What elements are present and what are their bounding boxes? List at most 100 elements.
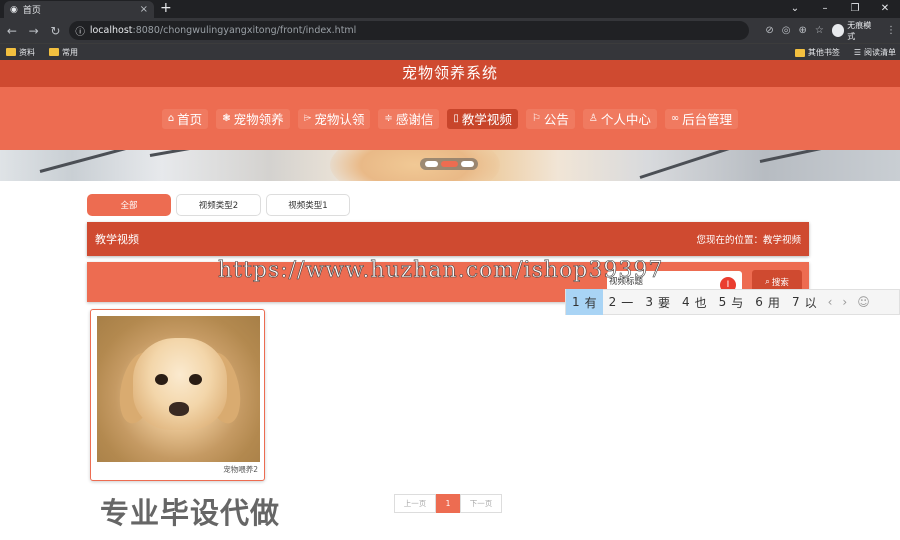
prev-page-button[interactable]: 上一页 <box>394 494 436 513</box>
nav-item-label: 宠物领养 <box>233 112 284 127</box>
ime-candidate[interactable]: 7以 <box>786 289 823 315</box>
info-icon[interactable]: ⓘ <box>75 24 85 38</box>
bookmarks-bar: 资料 常用 其他书签 ☰ 阅读清单 <box>0 43 900 60</box>
user-icon: ♙ <box>588 113 598 124</box>
carousel-dot[interactable] <box>424 161 438 167</box>
nav-item-7[interactable]: ∞ 后台管理 <box>664 108 739 129</box>
new-tab-button[interactable]: + <box>160 1 172 16</box>
banner-carousel <box>0 150 900 181</box>
folder-icon <box>49 48 59 56</box>
reading-list[interactable]: ☰ 阅读清单 <box>854 47 896 58</box>
tag-icon: ⌲ <box>303 113 312 124</box>
nav-item-2[interactable]: ⌲ 宠物认领 <box>297 108 371 129</box>
minimize-button[interactable]: – <box>810 0 840 18</box>
nav-item-label: 个人中心 <box>600 112 651 127</box>
candidate-index: 1 <box>572 295 580 309</box>
nav-item-0[interactable]: ⌂ 首页 <box>161 108 209 129</box>
browser-toolbar: ← → ↻ ⓘ localhost:8080/chongwulingyangxi… <box>0 18 900 43</box>
current-location: 您现在的位置：教学视频 <box>696 235 801 246</box>
candidate-char: 要 <box>657 295 670 310</box>
browser-tab[interactable]: ◉ 首页 × <box>4 1 154 18</box>
candidate-index: 5 <box>718 295 727 309</box>
nav-item-3[interactable]: ≑ 感谢信 <box>378 108 440 129</box>
category-filter: 全部 视频类型2 视频类型1 <box>87 194 350 216</box>
section-title: 教学视频 <box>95 233 139 246</box>
category-all[interactable]: 全部 <box>87 194 171 216</box>
back-icon[interactable]: ← <box>4 24 20 38</box>
other-bookmarks[interactable]: 其他书签 <box>794 47 840 58</box>
ime-candidate[interactable]: 2一 <box>603 289 640 315</box>
chevron-right-icon[interactable]: › <box>837 295 852 309</box>
puppy-thumbnail <box>97 316 260 462</box>
candidate-index: 4 <box>681 295 690 309</box>
tab-title: 首页 <box>22 6 41 16</box>
url-host: localhost <box>89 25 133 36</box>
candidate-index: 2 <box>608 295 617 309</box>
nav-item-6[interactable]: ♙ 个人中心 <box>582 108 657 129</box>
nav-item-5[interactable]: ⚐ 公告 <box>525 108 575 129</box>
gear-icon: ❃ <box>222 113 231 124</box>
ime-candidate[interactable]: 3要 <box>639 289 676 315</box>
promo-text: 专业毕设代做 <box>100 496 281 530</box>
chevron-left-icon[interactable]: ‹ <box>823 295 838 309</box>
ime-candidate[interactable]: 1有 <box>566 289 603 315</box>
site-title: 宠物领养系统 <box>0 60 900 87</box>
video-card[interactable]: 宠物喂养2 <box>90 309 265 481</box>
candidate-char: 有 <box>584 295 597 310</box>
emoji-icon[interactable]: ☺ <box>852 295 875 309</box>
incognito-label: 无痕模式 <box>847 20 872 41</box>
nav-item-label: 感谢信 <box>395 112 434 127</box>
page-number[interactable]: 1 <box>436 494 460 513</box>
reading-list-icon: ☰ <box>853 48 861 57</box>
breadcrumb: 教学视频 您现在的位置：教学视频 <box>87 222 809 256</box>
url-path: :8080/chongwulingyangxitong/front/index.… <box>132 25 357 36</box>
carousel-dot[interactable] <box>460 161 474 167</box>
browser-tabstrip: ◉ 首页 × + ⌄ – ❐ ✕ <box>0 0 900 18</box>
next-page-button[interactable]: 下一页 <box>460 494 502 513</box>
candidate-char: 用 <box>767 295 780 310</box>
candidate-index: 7 <box>791 295 800 309</box>
incognito-icon <box>831 24 845 37</box>
star-icon[interactable]: ☆ <box>815 25 824 36</box>
restore-button[interactable]: ❐ <box>840 0 870 18</box>
candidate-char: 以 <box>804 295 817 310</box>
globe-icon: ◉ <box>10 4 18 15</box>
forward-icon[interactable]: → <box>26 24 42 38</box>
ime-candidate-bar: 1 有 2 一 3 要 4 也 5 与 6 用 7 以 ‹ › ☺ <box>565 289 900 315</box>
nav-item-label: 后台管理 <box>682 112 733 127</box>
eye-off-icon[interactable]: ◎ <box>782 25 791 36</box>
reload-icon[interactable]: ↻ <box>48 24 64 38</box>
bookmark-folder[interactable]: 常用 <box>49 47 78 58</box>
search-icon: ⌕ <box>765 277 770 287</box>
candidate-char: 也 <box>694 295 707 310</box>
close-window-button[interactable]: ✕ <box>870 0 900 18</box>
nav-item-1[interactable]: ❃ 宠物领养 <box>216 108 290 129</box>
incognito-badge[interactable]: 无痕模式 <box>831 20 878 42</box>
list-icon: ≑ <box>384 113 393 124</box>
ime-candidate[interactable]: 5与 <box>713 289 750 315</box>
nav-item-label: 教学视频 <box>461 112 512 127</box>
candidate-index: 3 <box>645 295 653 309</box>
menu-icon[interactable]: ⋮ <box>886 25 896 36</box>
ime-candidate[interactable]: 6用 <box>749 289 786 315</box>
candidate-index: 6 <box>755 295 763 309</box>
zoom-icon[interactable]: ⊕ <box>798 25 806 36</box>
flag-icon: ⚐ <box>531 113 541 124</box>
address-bar[interactable]: ⓘ localhost:8080/chongwulingyangxitong/f… <box>69 21 750 40</box>
close-tab-icon[interactable]: × <box>140 4 148 15</box>
home-icon: ⌂ <box>167 113 175 124</box>
category-type1[interactable]: 视频类型1 <box>266 194 350 216</box>
camera-off-icon[interactable]: ⊘ <box>765 25 773 36</box>
candidate-char: 与 <box>731 295 744 310</box>
candidate-char: 一 <box>621 295 634 310</box>
category-type2[interactable]: 视频类型2 <box>176 194 261 216</box>
carousel-dot-active[interactable] <box>440 161 458 167</box>
tab-search-icon[interactable]: ⌄ <box>780 0 810 18</box>
video-icon: ▯ <box>453 113 459 124</box>
main-nav: ⌂ 首页 ❃ 宠物领养 ⌲ 宠物认领 ≑ 感谢信 ▯ 教学视频 ⚐ 公告 ♙ 个人中心 ∞ 后台管理 <box>0 87 900 150</box>
ime-candidate[interactable]: 4也 <box>676 289 713 315</box>
watermark-url: https://www.huzhan.com/ishop39397 <box>218 258 664 284</box>
nav-item-4[interactable]: ▯ 教学视频 <box>447 108 518 129</box>
bookmark-folder[interactable]: 资料 <box>6 47 35 58</box>
folder-icon <box>6 48 16 56</box>
